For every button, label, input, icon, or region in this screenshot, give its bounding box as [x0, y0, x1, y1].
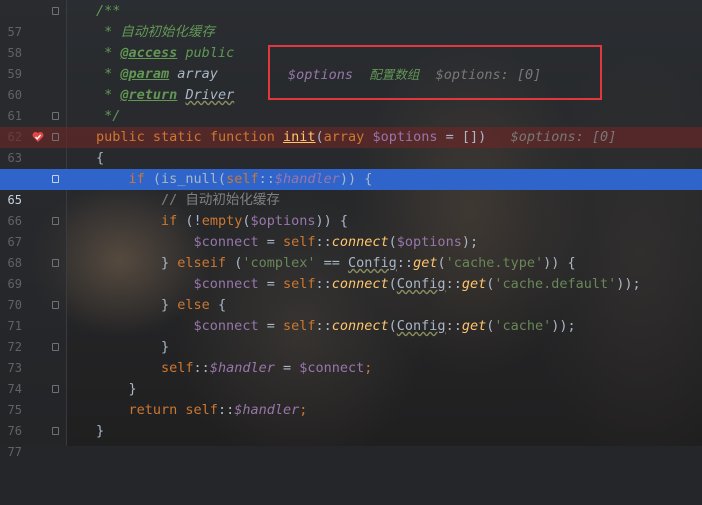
code-line-58[interactable]: 58 * 自动初始化缓存 [0, 22, 702, 60]
code-line-72[interactable]: 72 $connect = self::connect(Config::get(… [0, 316, 702, 354]
breakpoint-heart-icon[interactable] [32, 131, 44, 143]
code-text: self::$handler = $connect; [161, 360, 373, 376]
code-line-68[interactable]: 68 $connect = self::connect($options); [0, 232, 702, 270]
code-text: /** [96, 3, 121, 19]
line-number: 77 [7, 445, 22, 459]
fold-end-marker-icon[interactable] [52, 385, 59, 393]
fold-marker-icon[interactable] [52, 259, 59, 267]
code-text: } else { [161, 297, 227, 313]
code-line-63[interactable]: 63 public static function init(array $op… [0, 127, 702, 165]
code-line-64[interactable]: 64 { [0, 148, 702, 186]
code-text: $connect = self::connect($options); [193, 234, 479, 250]
fold-end-marker-icon[interactable] [52, 343, 59, 351]
code-text: * 自动初始化缓存 [96, 24, 215, 40]
code-text: public static function init(array $optio… [96, 129, 617, 145]
tooltip-content: $options 配置数组 $options: [0] [288, 64, 541, 83]
code-text: return self::$handler; [128, 402, 308, 418]
fold-marker-icon[interactable] [52, 301, 59, 309]
fold-marker-icon[interactable] [52, 133, 59, 141]
code-text: * @return Driver [96, 87, 235, 103]
code-text: $connect = self::connect(Config::get('ca… [193, 276, 641, 292]
code-text: } [96, 423, 105, 439]
code-text: $connect = self::connect(Config::get('ca… [193, 318, 576, 334]
code-text: { [96, 150, 105, 166]
code-line-67[interactable]: 67 if (!empty($options)) { [0, 211, 702, 249]
code-line-62[interactable]: 62 */ [0, 106, 702, 144]
fold-end-marker-icon[interactable] [52, 427, 59, 435]
code-line-57[interactable]: 57 /** [0, 1, 702, 39]
fold-marker-icon[interactable] [52, 175, 59, 183]
inline-debug-value: $options: [0] [510, 129, 617, 145]
code-line-75[interactable]: 75 } [0, 379, 702, 417]
fold-marker-icon[interactable] [52, 7, 59, 15]
code-line-70[interactable]: 70 $connect = self::connect(Config::get(… [0, 274, 702, 312]
tooltip-variable: $options [288, 67, 354, 83]
code-text: } [161, 339, 170, 355]
code-text: if (!empty($options)) { [161, 213, 349, 229]
debug-value-tooltip[interactable]: $options 配置数组 $options: [0] [268, 45, 602, 100]
code-text: */ [96, 108, 121, 124]
code-text: } [128, 381, 137, 397]
code-line-76[interactable]: 76 return self::$handler; [0, 400, 702, 438]
code-text: * @access public [96, 45, 235, 61]
code-line-69[interactable]: 69 } elseif ('complex' == Config::get('c… [0, 253, 702, 291]
fold-end-marker-icon[interactable] [52, 112, 59, 120]
code-text: } elseif ('complex' == Config::get('cach… [161, 255, 576, 271]
tooltip-description: 配置数组 [369, 67, 420, 82]
code-line-66[interactable]: 66 // 自动初始化缓存 [0, 190, 702, 228]
code-text: if (is_null(self::$handler)) { [128, 171, 373, 187]
code-line-65-current[interactable]: 65 if (is_null(self::$handler)) { [0, 169, 702, 207]
code-line-74[interactable]: 74 self::$handler = $connect; [0, 358, 702, 396]
code-text: * @param array [96, 66, 218, 82]
fold-marker-icon[interactable] [52, 217, 59, 225]
code-line-77[interactable]: 77 } [0, 421, 702, 459]
code-line-73[interactable]: 73 } [0, 337, 702, 375]
code-line-71[interactable]: 71 } else { [0, 295, 702, 333]
code-text: // 自动初始化缓存 [161, 192, 280, 208]
tooltip-value: $options: [0] [435, 67, 542, 83]
